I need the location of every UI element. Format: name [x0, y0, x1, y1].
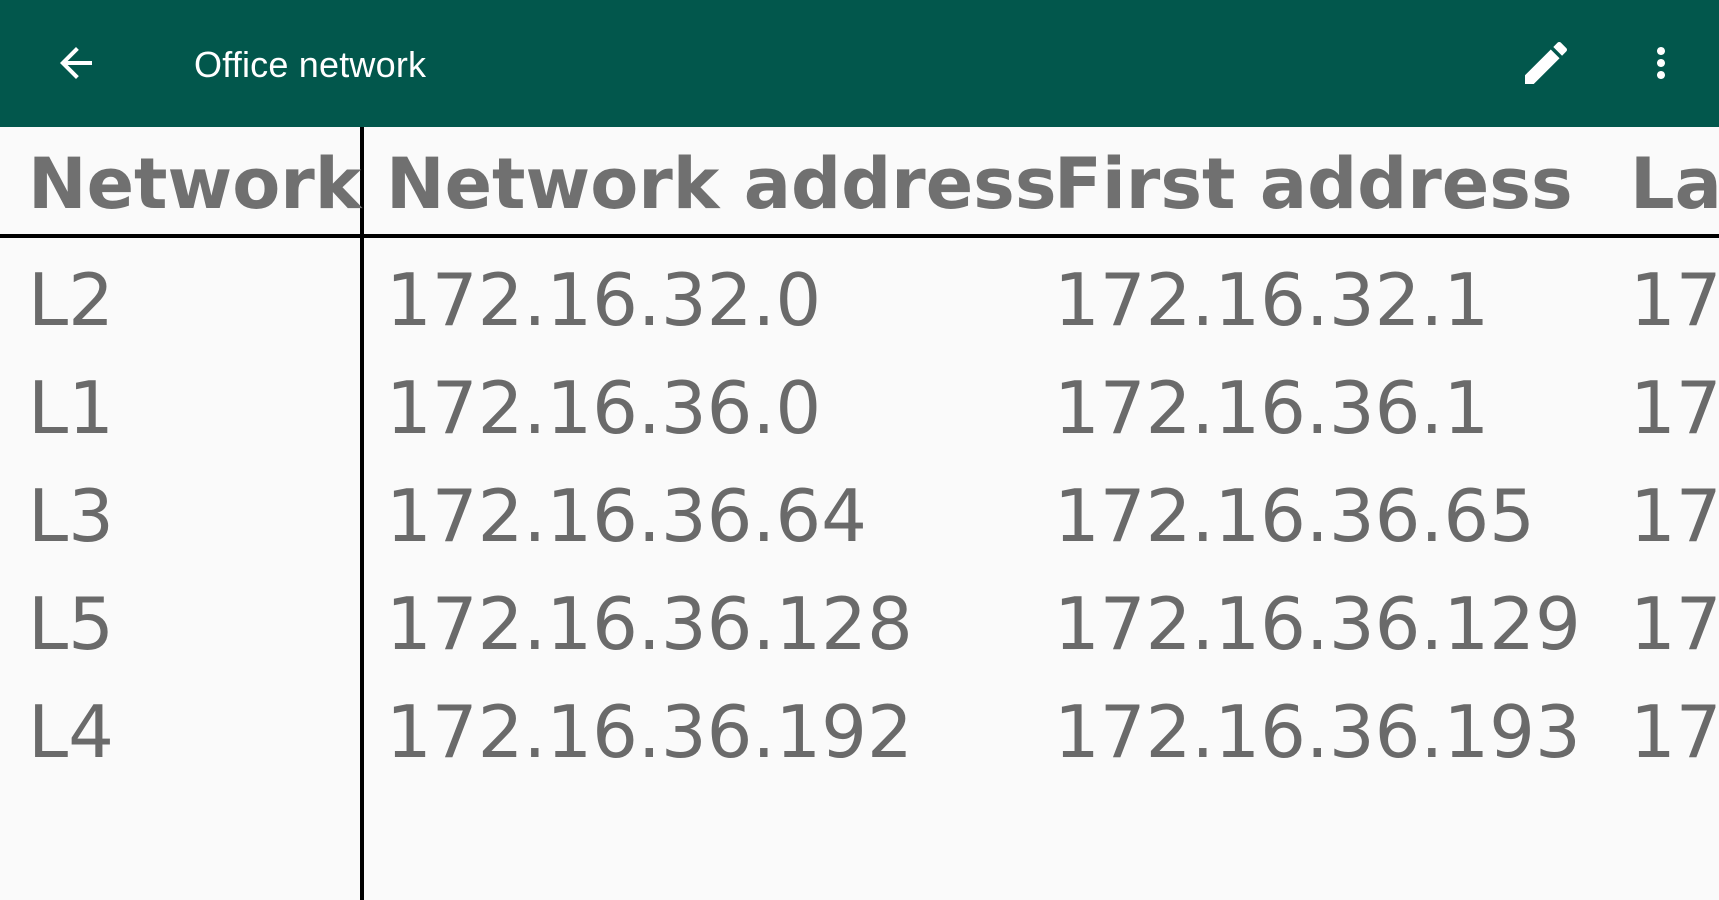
- table-cell-first-address[interactable]: 172.16.36.193: [1054, 692, 1581, 772]
- table-cell-first-address[interactable]: 172.16.36.129: [1054, 584, 1581, 664]
- table-cell-network-address[interactable]: 172.16.32.0: [386, 260, 821, 340]
- table-cell-last-address[interactable]: 17: [1630, 476, 1719, 556]
- page-title: Office network: [194, 44, 427, 85]
- column-header-first-address[interactable]: First address: [1054, 149, 1573, 219]
- table-cell-network[interactable]: L5: [28, 584, 114, 664]
- table-cell-last-address[interactable]: 17: [1630, 368, 1719, 448]
- more-vert-icon: [1657, 47, 1665, 79]
- back-button[interactable]: [36, 23, 116, 103]
- app-bar: Office network: [0, 0, 1719, 127]
- column-header-last-address[interactable]: La: [1630, 149, 1719, 219]
- table-cell-first-address[interactable]: 172.16.36.65: [1054, 476, 1535, 556]
- edit-button[interactable]: [1506, 23, 1586, 103]
- table-cell-network-address[interactable]: 172.16.36.0: [386, 368, 821, 448]
- column-divider: [360, 127, 364, 900]
- table-cell-last-address[interactable]: 17: [1630, 692, 1719, 772]
- table-cell-last-address[interactable]: 17: [1630, 260, 1719, 340]
- table-cell-first-address[interactable]: 172.16.36.1: [1054, 368, 1489, 448]
- table-cell-network-address[interactable]: 172.16.36.192: [386, 692, 913, 772]
- table-cell-network-address[interactable]: 172.16.36.128: [386, 584, 913, 664]
- pencil-icon: [1525, 41, 1568, 84]
- column-header-network[interactable]: Network: [28, 149, 361, 219]
- table-cell-network[interactable]: L3: [28, 476, 114, 556]
- table-cell-network[interactable]: L1: [28, 368, 114, 448]
- more-options-button[interactable]: [1621, 23, 1701, 103]
- table-cell-network-address[interactable]: 172.16.36.64: [386, 476, 867, 556]
- table-cell-last-address[interactable]: 17: [1630, 584, 1719, 664]
- table-cell-first-address[interactable]: 172.16.32.1: [1054, 260, 1489, 340]
- arrow-left-icon: [60, 47, 92, 79]
- table-cell-network[interactable]: L4: [28, 692, 114, 772]
- network-table[interactable]: Network Network address First address La…: [0, 127, 1719, 900]
- column-header-network-address[interactable]: Network address: [386, 149, 1057, 219]
- header-divider: [0, 234, 1719, 238]
- table-cell-network[interactable]: L2: [28, 260, 114, 340]
